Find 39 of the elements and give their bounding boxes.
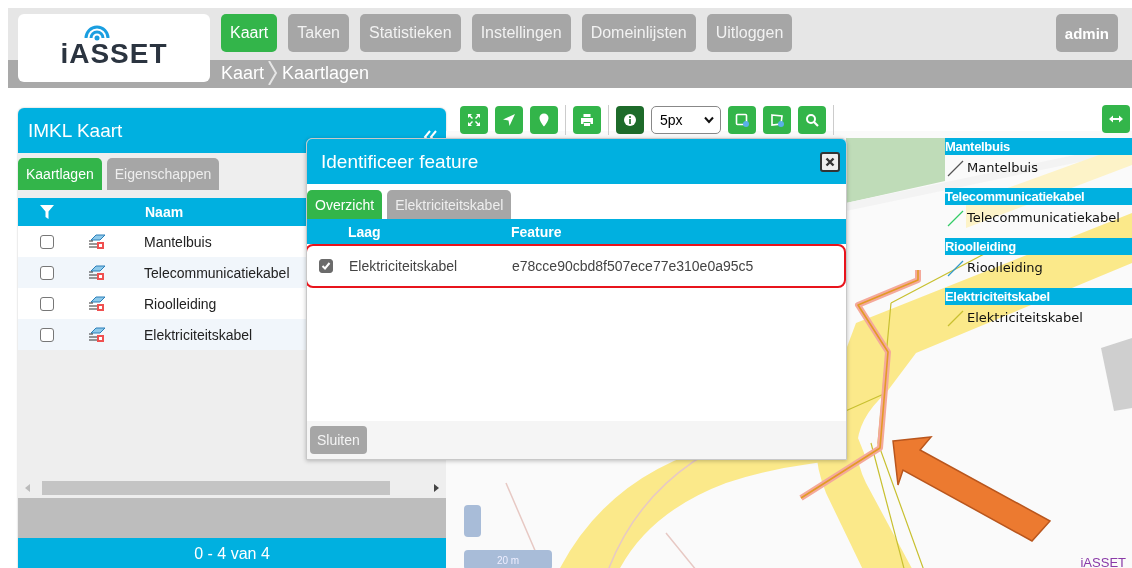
panel-tab[interactable]: Kaartlagen: [18, 158, 102, 190]
column-header: Feature: [511, 223, 562, 240]
table-cell-text: Elektriciteitskabel: [349, 258, 459, 274]
legend-label: Mantelbuis: [967, 160, 1038, 175]
logo-text: iASSET: [60, 38, 168, 70]
legend-label: Elektriciteitskabel: [967, 310, 1083, 325]
panel-title: IMKL Kaart: [28, 119, 123, 142]
table-cell: e78cce90cbd8f507ece77e310e0a95c5: [512, 258, 754, 274]
nav-tab[interactable]: Domeinlijsten: [581, 14, 696, 52]
breadcrumb-link[interactable]: Kaartlagen: [282, 62, 370, 84]
layer-name: Rioolleiding: [144, 295, 217, 312]
user-button[interactable]: admin: [1055, 14, 1118, 52]
legend-label: Rioolleiding: [967, 260, 1043, 275]
column-header: Laag: [348, 223, 382, 240]
breadcrumb-link[interactable]: Kaart: [221, 62, 265, 84]
legend-header: Telecommunicatiekabel: [945, 188, 1132, 205]
layer-name: Telecommunicatiekabel: [144, 264, 290, 281]
layer-name: Elektriciteitskabel: [144, 326, 253, 343]
close-dialog-button[interactable]: Sluiten: [310, 426, 367, 454]
attribution-text: iASSET: [1080, 555, 1126, 568]
column-header: Naam: [145, 204, 184, 220]
dialog-tab[interactable]: Elektriciteitskabel: [387, 190, 512, 219]
legend-label: Telecommunicatiekabel: [967, 210, 1120, 225]
panel-tab[interactable]: Eigenschappen: [106, 158, 220, 190]
line-width-select[interactable]: 5px: [651, 106, 721, 134]
legend-header: Mantelbuis: [945, 138, 1132, 155]
nav-tab[interactable]: Kaart: [221, 14, 278, 52]
scale-bar: 20 m: [464, 550, 552, 568]
dialog-title: Identificeer feature: [321, 150, 479, 173]
legend-header: Rioolleiding: [945, 238, 1132, 255]
feature-row[interactable]: Elektriciteitskabel e78cce90cbd8f507ece77e310e0a95c5: [307, 244, 846, 288]
nav-tab[interactable]: Taken: [288, 14, 349, 52]
pager-text: 0 - 4 van 4: [18, 538, 446, 568]
layer-name: Mantelbuis: [144, 233, 212, 250]
nav-tab[interactable]: Uitloggen: [706, 14, 793, 52]
nav-tab[interactable]: Statistieken: [359, 14, 461, 52]
dialog-tab[interactable]: Overzicht: [307, 190, 383, 219]
nav-tab[interactable]: Instellingen: [471, 14, 571, 52]
legend-header: Elektriciteitskabel: [945, 288, 1132, 305]
